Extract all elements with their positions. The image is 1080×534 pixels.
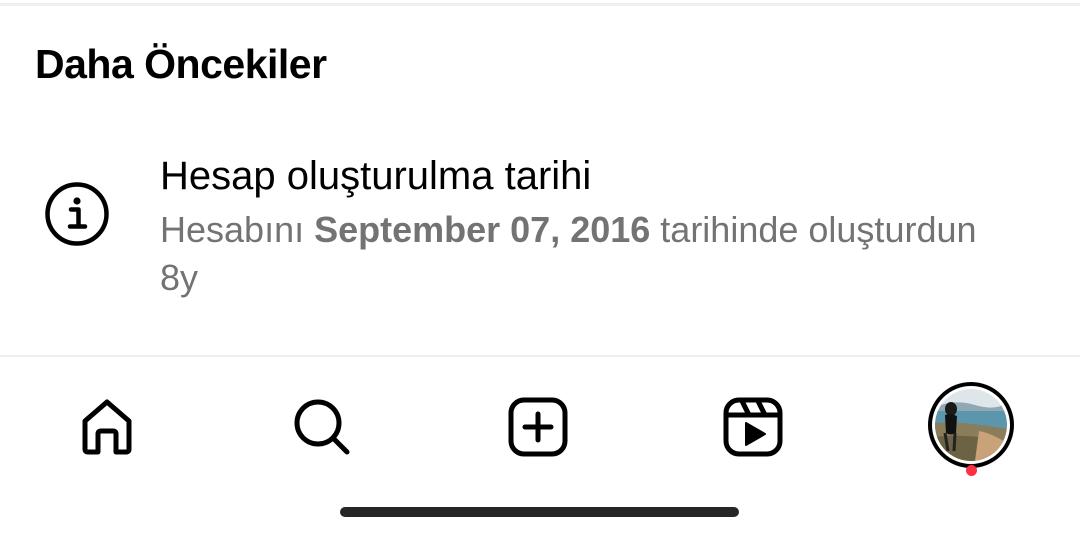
avatar [928, 382, 1014, 468]
search-icon [294, 399, 350, 455]
activity-desc-suffix: tarihinde oluşturdun [650, 209, 977, 250]
bottom-nav [0, 357, 1080, 492]
home-icon [82, 399, 132, 455]
plus-square-icon [508, 397, 568, 457]
activity-title: Hesap oluşturulma tarihi [160, 154, 592, 198]
avatar-photo [935, 389, 1007, 461]
section-header: Daha Öncekiler [35, 41, 327, 87]
notification-dot [966, 465, 977, 476]
activity-timestamp: 8y [160, 257, 199, 298]
info-icon [43, 180, 111, 248]
nav-search-button[interactable] [282, 387, 362, 467]
nav-reels-button[interactable] [713, 387, 793, 467]
activity-date: September 07, 2016 [314, 209, 651, 250]
activity-item-account-created[interactable]: Hesap oluşturulma tarihi Hesabını Septem… [0, 130, 1080, 330]
nav-profile-button[interactable] [928, 382, 1014, 468]
reels-icon [723, 397, 783, 457]
nav-home-button[interactable] [67, 387, 147, 467]
activity-desc-prefix: Hesabını [160, 209, 315, 250]
top-divider [0, 3, 1080, 6]
nav-create-button[interactable] [498, 387, 578, 467]
home-indicator [340, 507, 739, 517]
activity-description: Hesabını September 07, 2016 tarihinde ol… [160, 206, 1060, 254]
